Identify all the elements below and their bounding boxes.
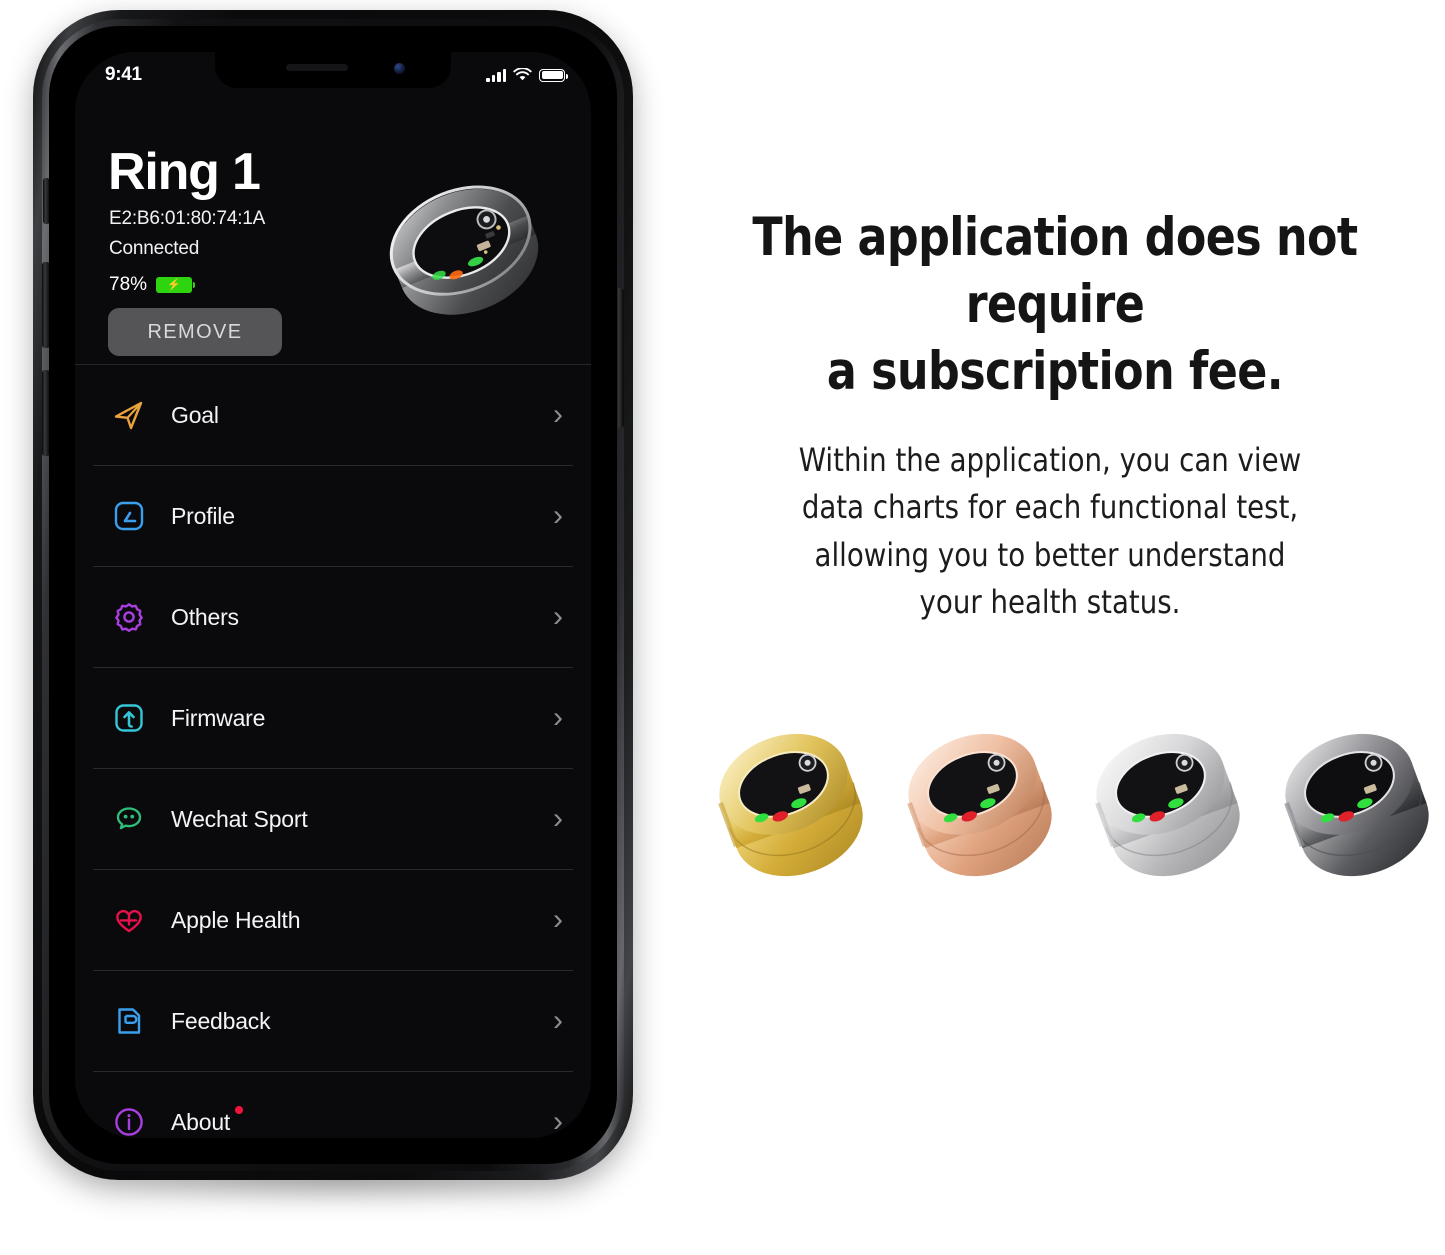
battery-status: 78% ⚡ xyxy=(109,274,196,296)
remove-button[interactable]: REMOVE xyxy=(108,308,282,356)
profile-card-icon xyxy=(109,496,149,536)
earpiece-speaker-icon xyxy=(286,64,348,71)
menu-item-about[interactable]: About › xyxy=(75,1072,591,1138)
headline-line-1: The application does not require xyxy=(752,207,1358,335)
wifi-icon xyxy=(513,68,532,81)
marketing-headline: The application does not require a subsc… xyxy=(692,205,1417,405)
ring-variant-black xyxy=(1284,733,1429,877)
menu-label: About xyxy=(171,1105,244,1136)
chevron-right-icon: › xyxy=(553,499,563,532)
status-icons xyxy=(486,68,568,82)
ring-variant-rose-gold xyxy=(906,733,1052,877)
menu-label: Others xyxy=(171,603,239,630)
status-time: 9:41 xyxy=(105,64,142,85)
device-header: Ring 1 E2:B6:01:80:74:1A Connected 78% ⚡… xyxy=(75,96,591,360)
body-line-3: allowing you to better understand xyxy=(814,535,1286,574)
chevron-right-icon: › xyxy=(553,600,563,633)
menu-label: Feedback xyxy=(171,1007,271,1034)
menu-label: Wechat Sport xyxy=(171,805,308,832)
gear-icon xyxy=(109,597,149,637)
phone-bezel: 9:41 Ring 1 E2:B6:01:80:74:1A Connected … xyxy=(49,26,617,1164)
marketing-body: Within the application, you can view dat… xyxy=(762,437,1338,626)
feedback-note-icon xyxy=(109,1001,149,1041)
chevron-right-icon: › xyxy=(553,398,563,431)
menu-item-apple-health[interactable]: Apple Health › xyxy=(75,870,591,970)
device-mac-address: E2:B6:01:80:74:1A xyxy=(109,208,266,229)
body-line-1: Within the application, you can view xyxy=(798,441,1302,479)
chevron-right-icon: › xyxy=(553,1004,563,1037)
menu-item-firmware[interactable]: Firmware › xyxy=(75,668,591,768)
info-circle-icon xyxy=(109,1102,149,1138)
menu-label: Goal xyxy=(171,401,219,428)
body-line-2: data charts for each functional test, xyxy=(801,488,1299,527)
menu-label: Profile xyxy=(171,502,235,529)
menu-label: Apple Health xyxy=(171,906,301,933)
menu-item-feedback[interactable]: Feedback › xyxy=(75,971,591,1071)
chevron-right-icon: › xyxy=(553,903,563,936)
phone-mockup: 9:41 Ring 1 E2:B6:01:80:74:1A Connected … xyxy=(18,8,648,1223)
chevron-right-icon: › xyxy=(553,701,563,734)
menu-item-others[interactable]: Others › xyxy=(75,567,591,667)
chevron-right-icon: › xyxy=(553,802,563,835)
menu-label-text: About xyxy=(171,1108,231,1135)
menu-label: Firmware xyxy=(171,704,266,731)
upload-square-icon xyxy=(109,698,149,738)
front-camera-icon xyxy=(394,63,405,74)
battery-percent: 78% xyxy=(109,274,148,295)
notch xyxy=(215,52,451,88)
headline-line-2: a subscription fee. xyxy=(826,340,1284,402)
chevron-right-icon: › xyxy=(553,1105,563,1138)
ring-product-image xyxy=(389,185,539,315)
send-arrow-icon xyxy=(109,395,149,435)
battery-icon xyxy=(539,68,568,82)
cellular-bars-icon xyxy=(486,68,506,82)
ring-variant-silver xyxy=(1095,733,1240,877)
phone-frame: 9:41 Ring 1 E2:B6:01:80:74:1A Connected … xyxy=(33,10,633,1180)
ring-color-variants xyxy=(703,690,1445,920)
menu-item-wechat-sport[interactable]: Wechat Sport › xyxy=(75,769,591,869)
notification-dot xyxy=(235,1105,244,1114)
device-name: Ring 1 xyxy=(108,143,261,201)
connection-status: Connected xyxy=(109,238,200,259)
battery-charging-icon: ⚡ xyxy=(156,277,196,293)
ring-variant-gold xyxy=(718,733,863,877)
phone-screen: 9:41 Ring 1 E2:B6:01:80:74:1A Connected … xyxy=(75,52,591,1138)
menu-item-profile[interactable]: Profile › xyxy=(75,466,591,566)
body-line-4: your health status. xyxy=(919,583,1181,622)
power-button[interactable] xyxy=(616,288,624,428)
page-root: 9:41 Ring 1 E2:B6:01:80:74:1A Connected … xyxy=(0,0,1445,1255)
menu-item-goal[interactable]: Goal › xyxy=(75,365,591,465)
marketing-panel: The application does not require a subsc… xyxy=(655,0,1445,1255)
wechat-bubble-icon xyxy=(109,799,149,839)
heart-plus-icon xyxy=(109,900,149,940)
settings-menu: Goal › Profile › Others › Firmware › Wec… xyxy=(75,364,591,1138)
